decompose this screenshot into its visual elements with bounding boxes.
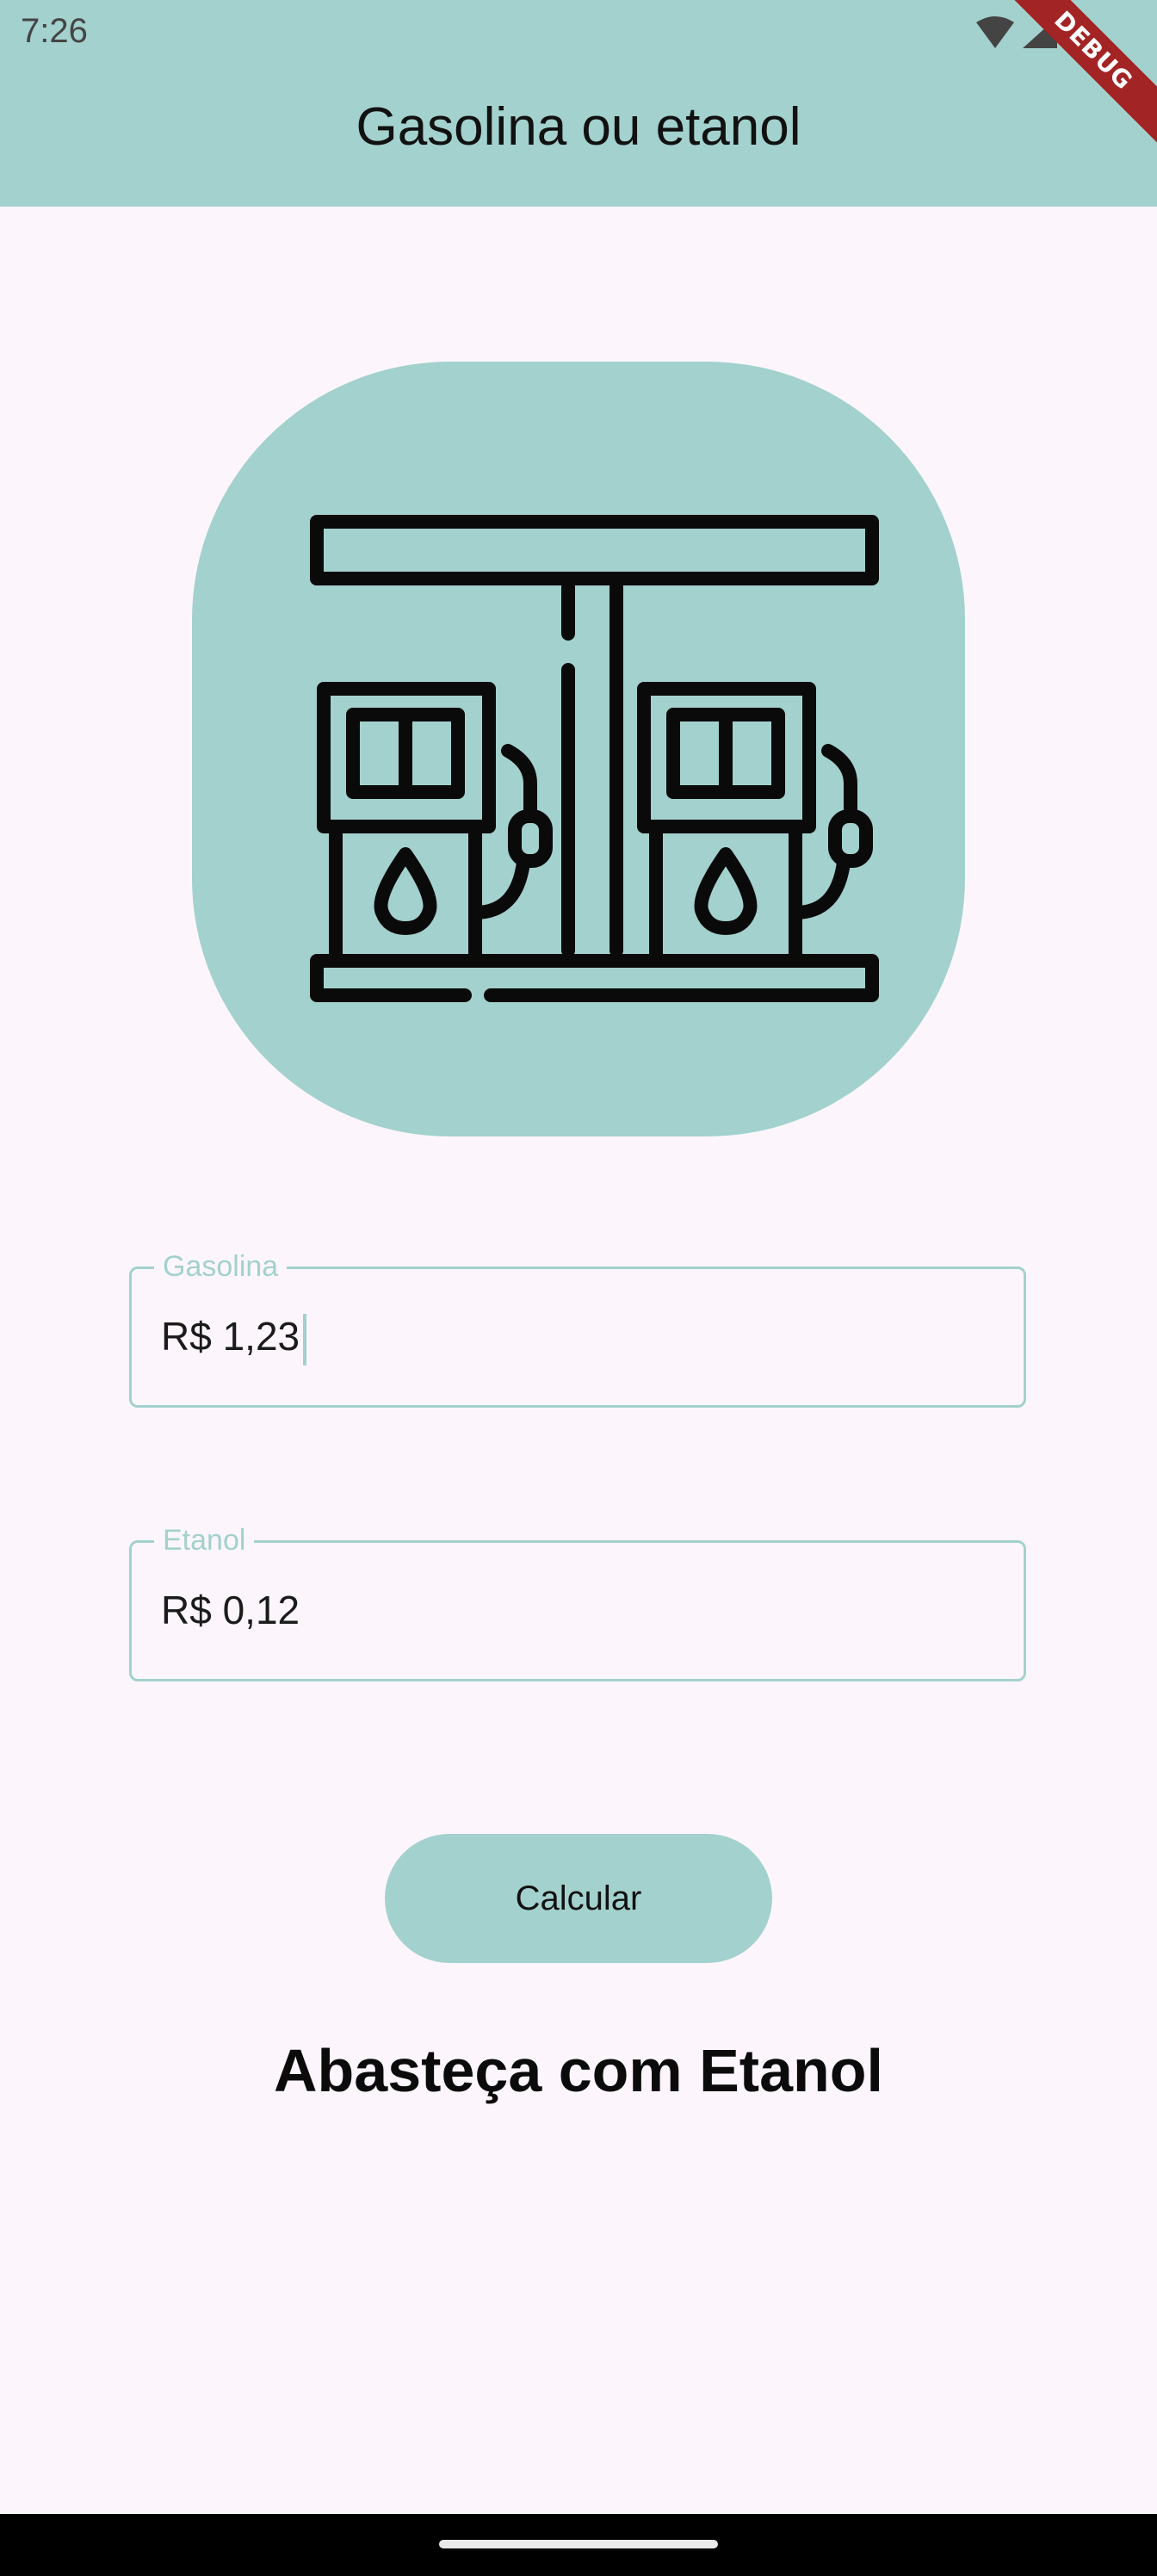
gasolina-field[interactable]: Gasolina R$ 1,23 (129, 1247, 1026, 1408)
app-bar: 7:26 Gasolina ou etanol DEBUG (0, 0, 1157, 207)
etanol-input-value[interactable]: R$ 0,12 (161, 1586, 300, 1634)
gasolina-input-value[interactable]: R$ 1,23 (161, 1312, 307, 1365)
etanol-field[interactable]: Etanol R$ 0,12 (129, 1520, 1026, 1681)
calculate-button[interactable]: Calcular (385, 1834, 772, 1963)
gasolina-label: Gasolina (154, 1247, 288, 1286)
home-indicator[interactable] (439, 2540, 718, 2548)
gasolina-value-text: R$ 1,23 (161, 1314, 300, 1359)
etanol-label: Etanol (154, 1520, 255, 1560)
result-text: Abasteça com Etanol (274, 2037, 883, 2104)
debug-banner: DEBUG (985, 0, 1157, 172)
app-title: Gasolina ou etanol (356, 97, 801, 157)
system-nav-bar (0, 2514, 1157, 2576)
debug-ribbon-label: DEBUG (987, 0, 1157, 157)
logo-box (192, 362, 965, 1136)
text-caret (303, 1313, 307, 1365)
status-time: 7:26 (21, 12, 88, 50)
etanol-value-text: R$ 0,12 (161, 1588, 300, 1632)
gas-station-pumps-icon (310, 515, 879, 1002)
screen: 7:26 Gasolina ou etanol DEBUG Gasolina R… (0, 0, 1157, 2576)
